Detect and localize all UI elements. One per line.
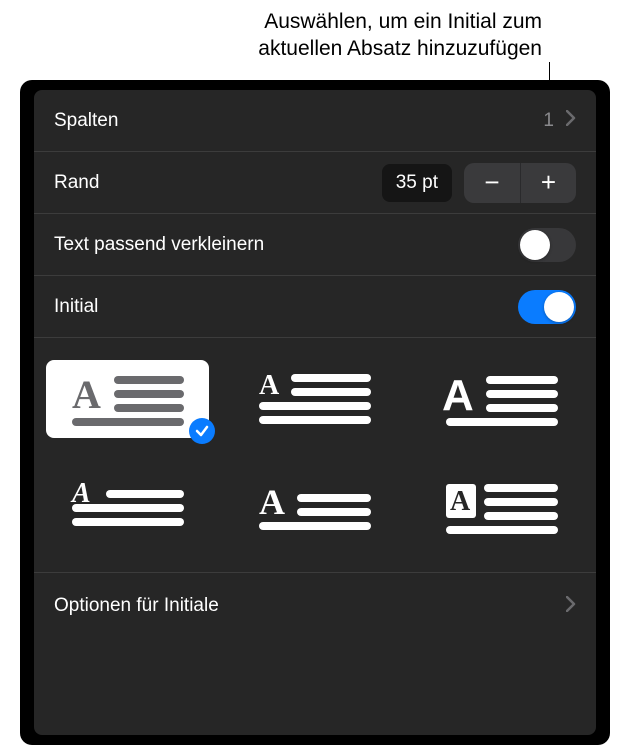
svg-text:A: A <box>259 482 285 522</box>
dropcap-style-6-icon: A <box>442 478 562 536</box>
columns-value: 1 <box>543 110 554 132</box>
columns-label: Spalten <box>54 110 118 132</box>
minus-icon: − <box>484 167 499 198</box>
row-initial: Initial <box>34 276 596 338</box>
row-columns[interactable]: Spalten 1 <box>34 90 596 152</box>
row-margin: Rand 35 pt − + <box>34 152 596 214</box>
dropcap-style-5-icon: A <box>255 478 375 536</box>
inspector-panel-inner: Spalten 1 Rand 35 pt − + <box>34 90 596 735</box>
dropcap-style-2[interactable]: A <box>233 360 396 438</box>
margin-value[interactable]: 35 pt <box>382 164 452 202</box>
row-dropcap-options[interactable]: Optionen für Initiale <box>34 573 596 639</box>
dropcap-style-6[interactable]: A <box>421 468 584 546</box>
chevron-right-icon <box>566 596 576 617</box>
toggle-knob <box>544 292 574 322</box>
dropcap-style-grid: A A <box>34 338 596 573</box>
dropcap-style-4-icon: A <box>68 478 188 536</box>
chevron-right-icon <box>566 110 576 131</box>
margin-controls: 35 pt − + <box>382 163 576 203</box>
svg-text:A: A <box>259 370 280 401</box>
dropcap-style-1-icon: A <box>68 370 188 428</box>
row-shrink-text: Text passend verkleinern <box>34 214 596 276</box>
dropcap-style-3-icon: A <box>442 370 562 428</box>
annotation-line-1: Auswählen, um ein Initial zum <box>258 8 542 35</box>
svg-text:A: A <box>450 486 471 517</box>
margin-stepper: − + <box>464 163 576 203</box>
shrink-label: Text passend verkleinern <box>54 234 264 256</box>
svg-text:A: A <box>442 371 474 420</box>
annotation-line-2: aktuellen Absatz hinzuzufügen <box>258 35 542 62</box>
dropcap-style-2-icon: A <box>255 370 375 428</box>
margin-increase-button[interactable]: + <box>520 163 576 203</box>
dropcap-style-3[interactable]: A <box>421 360 584 438</box>
margin-decrease-button[interactable]: − <box>464 163 520 203</box>
dropcap-style-4[interactable]: A <box>46 468 209 546</box>
plus-icon: + <box>541 167 556 198</box>
columns-right: 1 <box>543 110 576 132</box>
toggle-knob <box>520 230 550 260</box>
dropcap-style-5[interactable]: A <box>233 468 396 546</box>
dropcap-options-label: Optionen für Initiale <box>54 595 219 617</box>
margin-label: Rand <box>54 172 99 194</box>
initial-toggle[interactable] <box>518 290 576 324</box>
dropcap-style-1[interactable]: A <box>46 360 209 438</box>
shrink-toggle[interactable] <box>518 228 576 262</box>
selected-checkmark-icon <box>189 418 215 444</box>
inspector-panel: Spalten 1 Rand 35 pt − + <box>20 80 610 745</box>
callout-annotation: Auswählen, um ein Initial zum aktuellen … <box>258 8 542 63</box>
svg-text:A: A <box>72 372 101 417</box>
initial-label: Initial <box>54 296 98 318</box>
